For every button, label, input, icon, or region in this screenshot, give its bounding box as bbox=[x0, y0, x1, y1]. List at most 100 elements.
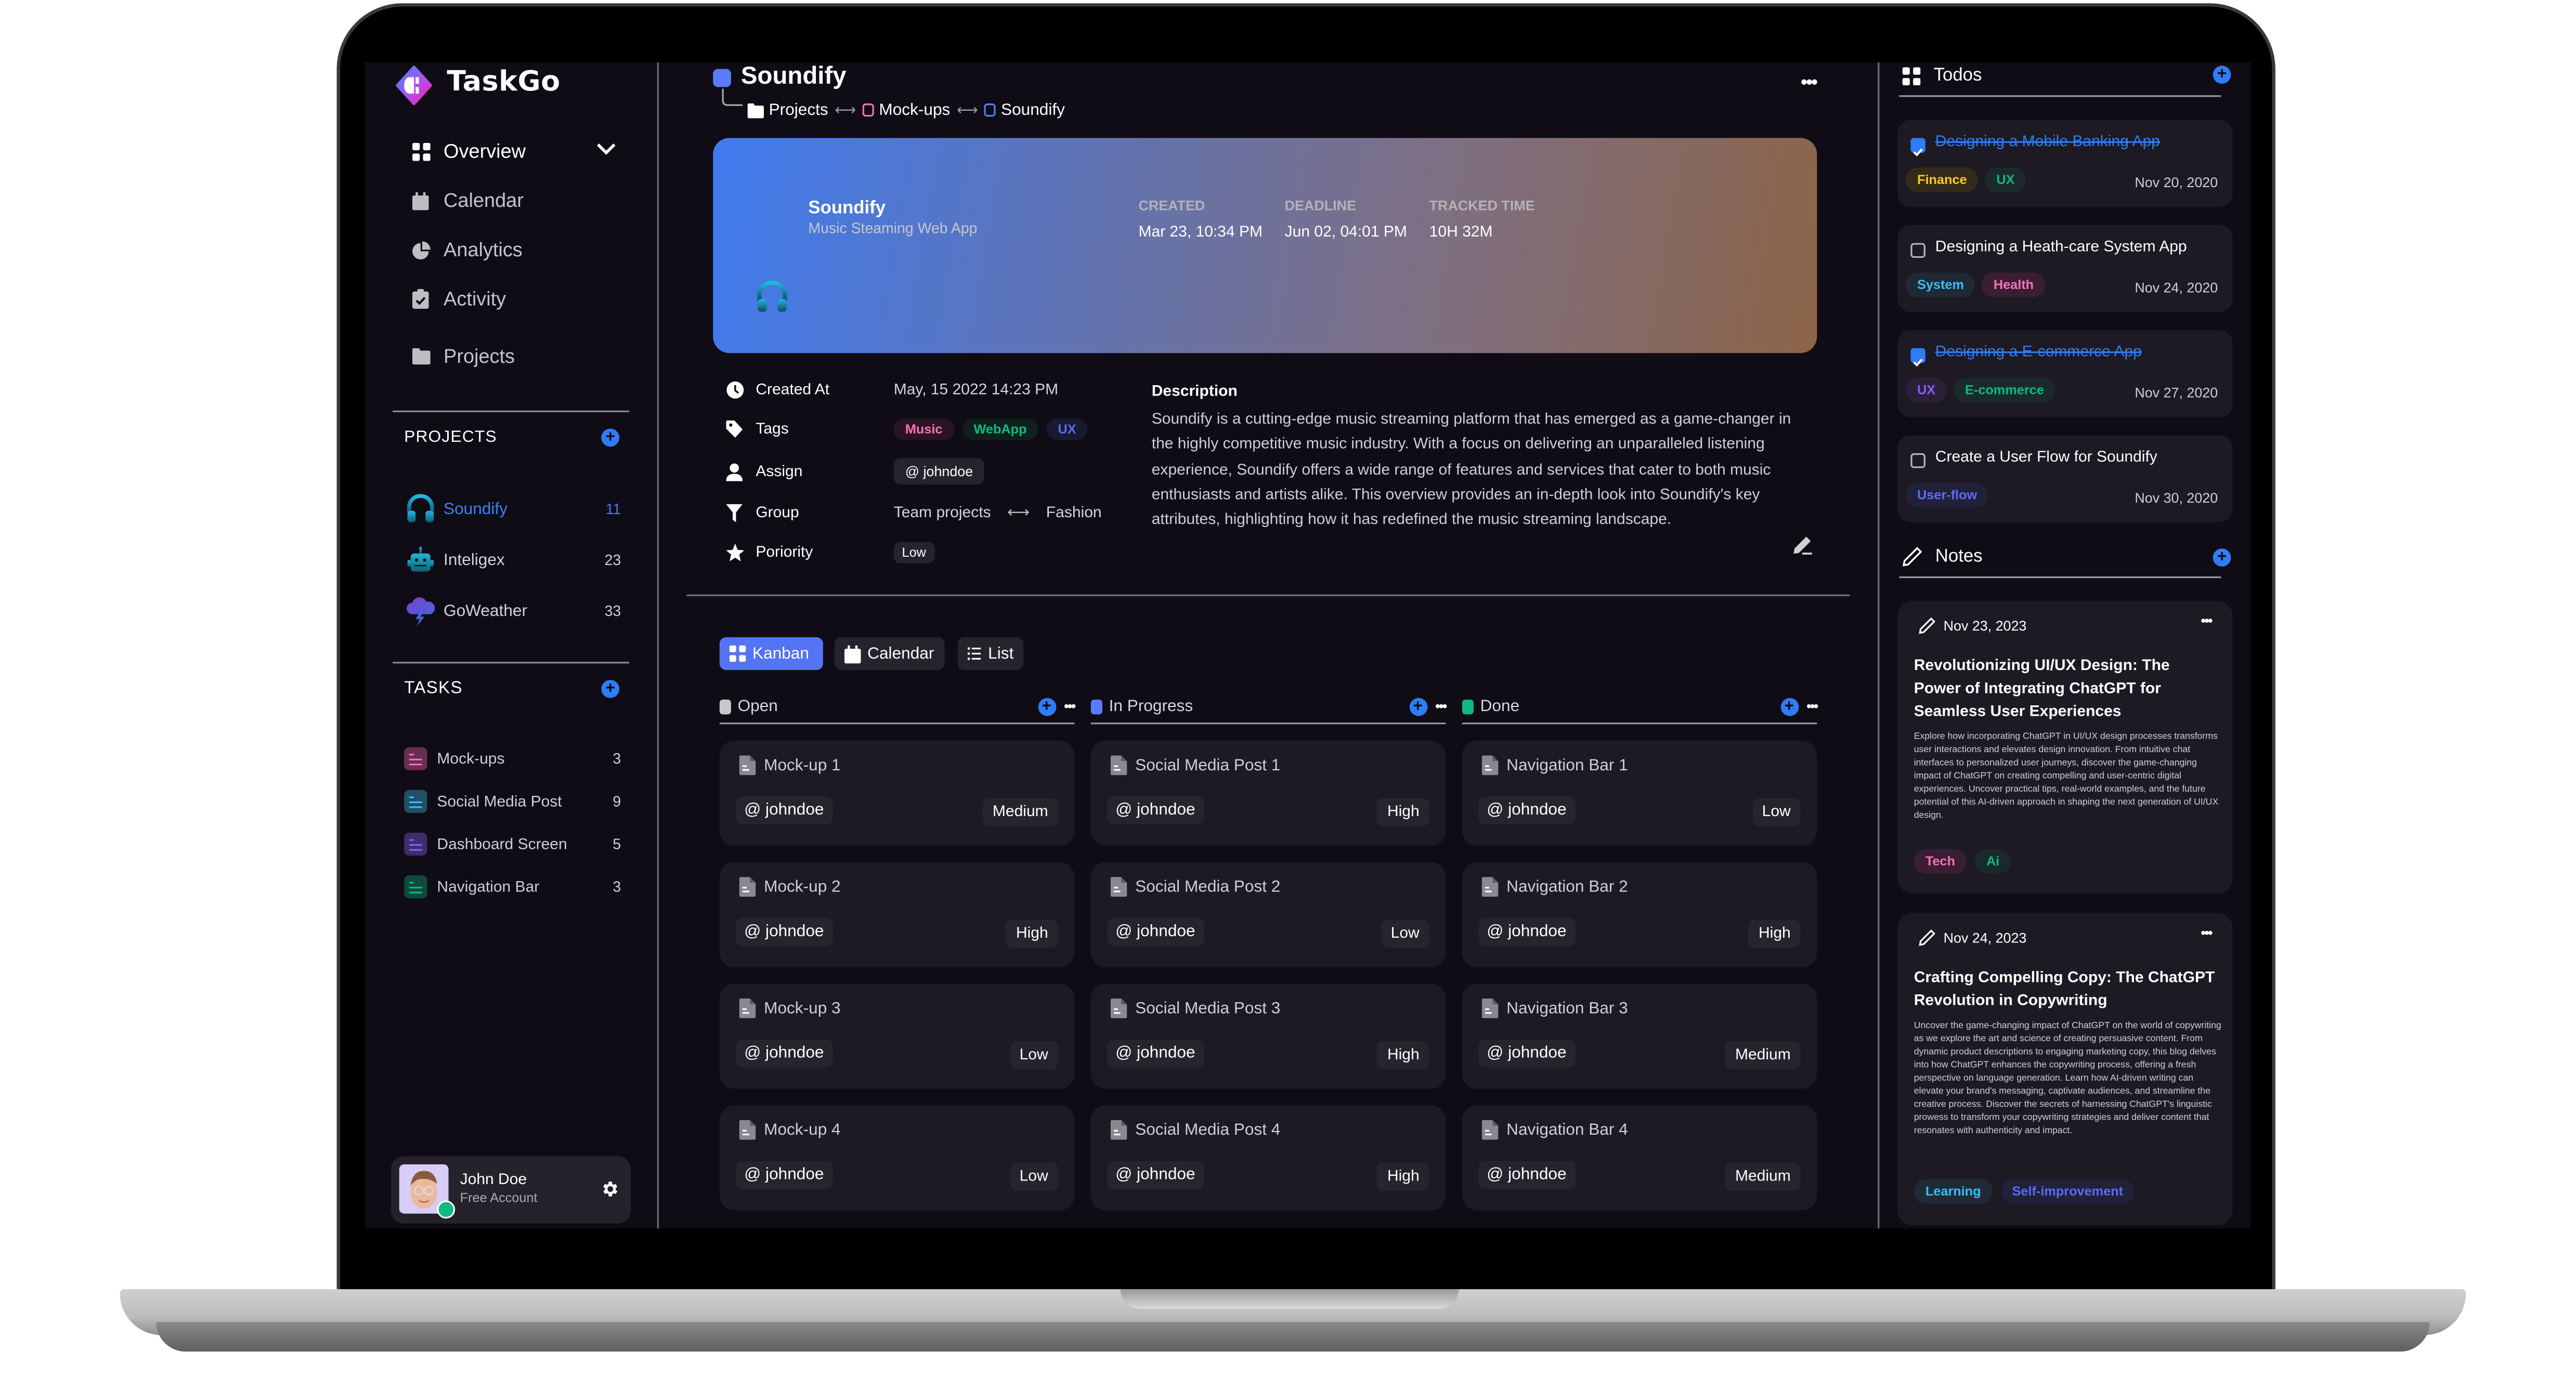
note-tag[interactable]: Self-improvement bbox=[2000, 1179, 2135, 1204]
add-card-button[interactable]: + bbox=[1780, 697, 1799, 715]
kanban-card[interactable]: Social Media Post 4 @ johndoe High bbox=[1090, 1105, 1446, 1211]
project-item-soundify[interactable]: Soundify 11 bbox=[404, 493, 621, 526]
todo-tag[interactable]: System bbox=[1905, 272, 1976, 297]
pie-chart-icon bbox=[411, 240, 431, 259]
card-assignee[interactable]: @ johndoe bbox=[1107, 918, 1204, 946]
card-assignee[interactable]: @ johndoe bbox=[1478, 1161, 1575, 1189]
card-assignee[interactable]: @ johndoe bbox=[1107, 1039, 1204, 1068]
tag-pill[interactable]: Music bbox=[893, 418, 954, 440]
card-priority[interactable]: High bbox=[1377, 1041, 1429, 1069]
column-more-button[interactable]: ••• bbox=[1064, 698, 1076, 715]
kanban-card[interactable]: Navigation Bar 2 @ johndoe High bbox=[1462, 862, 1817, 967]
nav-activity[interactable]: Activity bbox=[411, 282, 506, 315]
todo-tag[interactable]: E-commerce bbox=[1953, 377, 2055, 403]
card-priority[interactable]: High bbox=[1377, 798, 1429, 826]
nav-overview[interactable]: Overview bbox=[411, 135, 526, 167]
todo-checkbox[interactable] bbox=[1910, 453, 1926, 468]
card-assignee[interactable]: @ johndoe bbox=[1107, 796, 1204, 825]
kanban-card[interactable]: Mock-up 1 @ johndoe Medium bbox=[719, 740, 1075, 846]
settings-gear-icon[interactable] bbox=[600, 1179, 619, 1199]
nav-analytics[interactable]: Analytics bbox=[411, 233, 523, 266]
todo-title[interactable]: Designing a E-commerce App bbox=[1935, 343, 2142, 361]
tag-pill[interactable]: UX bbox=[1046, 418, 1088, 440]
card-priority[interactable]: High bbox=[1749, 920, 1801, 948]
column-more-button[interactable]: ••• bbox=[1806, 698, 1819, 715]
task-item[interactable]: Dashboard Screen 5 bbox=[404, 831, 621, 858]
card-priority[interactable]: Low bbox=[1009, 1162, 1058, 1191]
breadcrumb-projects[interactable]: Projects bbox=[747, 101, 828, 119]
add-card-button[interactable]: + bbox=[1037, 697, 1056, 715]
kanban-card[interactable]: Social Media Post 2 @ johndoe Low bbox=[1090, 862, 1446, 967]
kanban-card[interactable]: Navigation Bar 4 @ johndoe Medium bbox=[1462, 1105, 1817, 1211]
card-priority[interactable]: Low bbox=[1009, 1041, 1058, 1069]
todo-tag[interactable]: UX bbox=[1985, 167, 2026, 192]
kanban-card[interactable]: Navigation Bar 1 @ johndoe Low bbox=[1462, 740, 1817, 846]
project-item-goweather[interactable]: GoWeather 33 bbox=[404, 595, 621, 627]
card-priority[interactable]: High bbox=[1377, 1162, 1429, 1191]
column-more-button[interactable]: ••• bbox=[1435, 698, 1448, 715]
card-priority[interactable]: Medium bbox=[1725, 1162, 1801, 1191]
kanban-card[interactable]: Mock-up 4 @ johndoe Low bbox=[719, 1105, 1075, 1211]
chevron-down-icon[interactable] bbox=[595, 138, 618, 161]
card-priority[interactable]: Low bbox=[1752, 798, 1801, 826]
nav-projects[interactable]: Projects bbox=[411, 340, 515, 373]
task-item[interactable]: Social Media Post 9 bbox=[404, 789, 621, 815]
kanban-card[interactable]: Social Media Post 3 @ johndoe High bbox=[1090, 983, 1446, 1089]
add-card-button[interactable]: + bbox=[1409, 697, 1427, 715]
card-priority[interactable]: High bbox=[1006, 920, 1058, 948]
card-assignee[interactable]: @ johndoe bbox=[1478, 796, 1575, 825]
tab-calendar[interactable]: Calendar bbox=[834, 637, 945, 671]
card-priority[interactable]: Medium bbox=[982, 798, 1058, 826]
card-assignee[interactable]: @ johndoe bbox=[736, 1039, 832, 1068]
kanban-card[interactable]: Navigation Bar 3 @ johndoe Medium bbox=[1462, 983, 1817, 1089]
note-tag[interactable]: Tech bbox=[1914, 849, 1967, 874]
assignee-chip[interactable]: @ johndoe bbox=[893, 458, 985, 485]
note-card[interactable]: Nov 24, 2023 ••• Crafting Compelling Cop… bbox=[1897, 913, 2233, 1225]
user-profile-card[interactable]: John Doe Free Account bbox=[391, 1156, 631, 1224]
add-task-button[interactable]: + bbox=[601, 679, 620, 698]
kanban-card[interactable]: Social Media Post 1 @ johndoe High bbox=[1090, 740, 1446, 846]
add-project-button[interactable]: + bbox=[601, 428, 620, 447]
kanban-card[interactable]: Mock-up 3 @ johndoe Low bbox=[719, 983, 1075, 1089]
task-item[interactable]: Mock-ups 3 bbox=[404, 745, 621, 772]
note-more-button[interactable]: ••• bbox=[2201, 612, 2213, 629]
note-tag[interactable]: Ai bbox=[1974, 849, 2011, 874]
todo-title[interactable]: Create a User Flow for Soundify bbox=[1935, 449, 2157, 467]
tag-pill[interactable]: WebApp bbox=[962, 418, 1038, 440]
todo-tag[interactable]: UX bbox=[1905, 377, 1947, 403]
priority-chip[interactable]: Low bbox=[893, 541, 934, 563]
card-priority[interactable]: Low bbox=[1381, 920, 1429, 948]
breadcrumb-soundify[interactable]: Soundify bbox=[984, 101, 1065, 119]
note-card[interactable]: Nov 23, 2023 ••• Revolutionizing UI/UX D… bbox=[1897, 601, 2233, 894]
tab-kanban[interactable]: Kanban bbox=[719, 637, 823, 671]
add-todo-button[interactable]: + bbox=[2213, 65, 2231, 84]
todo-tag[interactable]: User-flow bbox=[1905, 482, 1989, 508]
card-assignee[interactable]: @ johndoe bbox=[736, 918, 832, 946]
task-item[interactable]: Navigation Bar 3 bbox=[404, 874, 621, 900]
group-from[interactable]: Team projects bbox=[894, 503, 991, 521]
note-tag[interactable]: Learning bbox=[1914, 1179, 1993, 1204]
todo-title[interactable]: Designing a Mobile Banking App bbox=[1935, 133, 2160, 151]
more-options-button[interactable]: ••• bbox=[1801, 72, 1818, 92]
edit-pencil-icon[interactable] bbox=[1792, 535, 1812, 555]
add-note-button[interactable]: + bbox=[2213, 548, 2231, 567]
card-assignee[interactable]: @ johndoe bbox=[1478, 918, 1575, 946]
note-more-button[interactable]: ••• bbox=[2201, 925, 2213, 941]
todo-title[interactable]: Designing a Heath-care System App bbox=[1935, 238, 2187, 256]
card-priority[interactable]: Medium bbox=[1725, 1041, 1801, 1069]
group-to[interactable]: Fashion bbox=[1046, 503, 1102, 521]
card-assignee[interactable]: @ johndoe bbox=[1107, 1161, 1204, 1189]
todo-checkbox[interactable] bbox=[1910, 138, 1926, 156]
todo-tag[interactable]: Health bbox=[1982, 272, 2046, 297]
project-item-inteligex[interactable]: Inteligex 23 bbox=[404, 544, 621, 576]
todo-checkbox[interactable] bbox=[1910, 243, 1926, 258]
breadcrumb-mockups[interactable]: Mock-ups bbox=[862, 101, 950, 119]
tab-list[interactable]: List bbox=[957, 637, 1024, 671]
card-assignee[interactable]: @ johndoe bbox=[736, 1161, 832, 1189]
card-assignee[interactable]: @ johndoe bbox=[736, 796, 832, 825]
todo-checkbox[interactable] bbox=[1910, 348, 1926, 367]
kanban-card[interactable]: Mock-up 2 @ johndoe High bbox=[719, 862, 1075, 967]
nav-calendar[interactable]: Calendar bbox=[411, 184, 524, 217]
todo-tag[interactable]: Finance bbox=[1905, 167, 1979, 192]
card-assignee[interactable]: @ johndoe bbox=[1478, 1039, 1575, 1068]
